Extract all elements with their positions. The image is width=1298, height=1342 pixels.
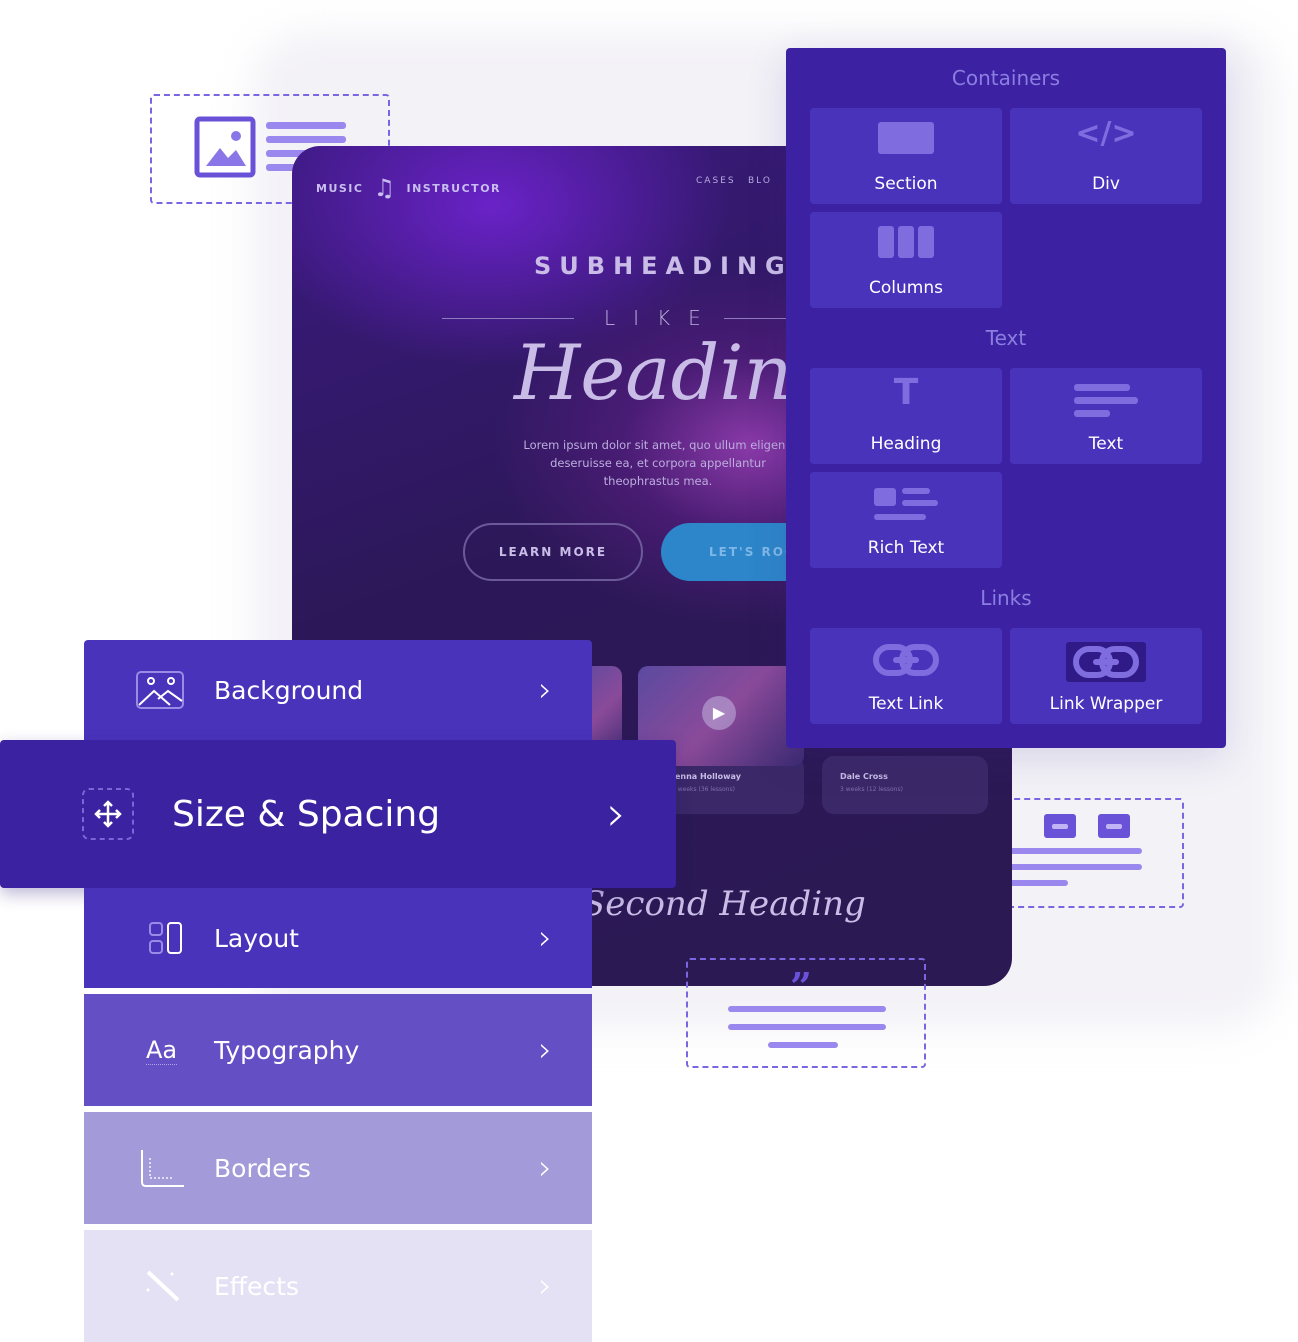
hero-like: LIKE bbox=[604, 306, 719, 330]
quote-icon: ” bbox=[728, 964, 886, 1048]
columns-icon bbox=[810, 226, 1002, 258]
second-heading: Second Heading bbox=[582, 884, 866, 924]
quote-placeholder: ” bbox=[686, 958, 926, 1068]
chevron-right-icon[interactable]: › bbox=[538, 1266, 552, 1306]
divider bbox=[724, 318, 794, 319]
chevron-right-icon[interactable]: › bbox=[538, 1148, 552, 1188]
style-row-typography[interactable]: Aa Typography › bbox=[84, 994, 592, 1106]
hero-body-line: theophrastus mea. bbox=[603, 474, 713, 488]
link-icon bbox=[810, 642, 1002, 678]
component-label: Rich Text bbox=[867, 538, 945, 558]
brand-right: INSTRUCTOR bbox=[406, 181, 502, 195]
section-title-text: Text bbox=[985, 326, 1027, 350]
lesson-name: Jenna Holloway bbox=[672, 772, 741, 781]
component-label: Div bbox=[1092, 174, 1120, 194]
hero-body: Lorem ipsum dolor sit amet, quo ullum el… bbox=[518, 436, 798, 490]
layout-icon bbox=[149, 922, 182, 954]
style-row-layout[interactable]: Layout › bbox=[84, 888, 592, 988]
component-label: Columns bbox=[869, 278, 943, 298]
typography-icon: Aa bbox=[146, 1035, 178, 1065]
music-note-icon: ♫ bbox=[373, 174, 397, 202]
component-label: Link Wrapper bbox=[1049, 694, 1163, 714]
row-label: Borders bbox=[214, 1153, 311, 1183]
component-text-link[interactable]: Text Link bbox=[810, 628, 1002, 724]
move-icon bbox=[82, 788, 134, 840]
add-components-panel: Containers Section </> Div Columns Text T… bbox=[786, 48, 1226, 748]
divider bbox=[442, 318, 574, 319]
brand-left: MUSIC bbox=[316, 181, 364, 195]
lesson-meta: 6 weeks (36 lessons) bbox=[672, 786, 735, 793]
play-icon[interactable]: ▶ bbox=[702, 696, 736, 730]
component-label: Section bbox=[874, 174, 938, 194]
component-label: Heading bbox=[870, 434, 942, 454]
link-wrapper-icon bbox=[1010, 642, 1202, 682]
component-section[interactable]: Section bbox=[810, 108, 1002, 204]
text-icon bbox=[1010, 382, 1202, 420]
component-link-wrapper[interactable]: Link Wrapper bbox=[1010, 628, 1202, 724]
site-brand[interactable]: MUSIC ♫ INSTRUCTOR bbox=[316, 174, 501, 202]
buttons-text-icon bbox=[1002, 814, 1142, 886]
code-icon: </> bbox=[1075, 116, 1137, 151]
hero-body-line: deseruisse ea, et corpora appellantur bbox=[550, 456, 766, 470]
learn-more-button[interactable]: LEARN MORE bbox=[463, 523, 643, 581]
component-text[interactable]: Text bbox=[1010, 368, 1202, 464]
lesson-card[interactable]: Dale Cross 3 weeks (12 lessons) bbox=[822, 756, 988, 814]
rich-text-icon bbox=[810, 486, 1002, 524]
image-icon bbox=[136, 671, 184, 709]
component-div[interactable]: </> Div bbox=[1010, 108, 1202, 204]
nav-link-cases[interactable]: CASES bbox=[696, 176, 736, 186]
row-label: Layout bbox=[214, 923, 299, 953]
chevron-right-icon[interactable]: › bbox=[607, 786, 626, 842]
hero-body-line: Lorem ipsum dolor sit amet, quo ullum el… bbox=[523, 438, 793, 452]
hero-subheading: SUBHEADING bbox=[534, 252, 793, 280]
component-heading[interactable]: T Heading bbox=[810, 368, 1002, 464]
lesson-meta: 3 weeks (12 lessons) bbox=[840, 786, 903, 793]
component-label: Text Link bbox=[868, 694, 944, 714]
style-row-borders[interactable]: Borders › bbox=[84, 1112, 592, 1224]
row-label: Background bbox=[214, 675, 364, 705]
style-row-size-spacing[interactable]: Size & Spacing › bbox=[0, 740, 676, 888]
style-row-effects[interactable]: Effects › bbox=[84, 1230, 592, 1342]
chevron-right-icon[interactable]: › bbox=[538, 670, 552, 710]
svg-text:”: ” bbox=[790, 964, 812, 1009]
section-icon bbox=[810, 122, 1002, 154]
row-label: Typography bbox=[214, 1035, 360, 1065]
heading-icon: T bbox=[893, 372, 919, 413]
section-title-containers: Containers bbox=[951, 66, 1061, 90]
chevron-right-icon[interactable]: › bbox=[538, 1030, 552, 1070]
chevron-right-icon[interactable]: › bbox=[538, 918, 552, 958]
lesson-name: Dale Cross bbox=[840, 772, 888, 781]
row-label: Size & Spacing bbox=[172, 793, 441, 835]
style-row-background[interactable]: Background › bbox=[84, 640, 592, 740]
row-label: Effects bbox=[214, 1271, 299, 1301]
component-rich-text[interactable]: Rich Text bbox=[810, 472, 1002, 568]
nav-link-blog[interactable]: BLO bbox=[748, 176, 772, 186]
effects-icon bbox=[146, 1270, 180, 1302]
component-columns[interactable]: Columns bbox=[810, 212, 1002, 308]
buttons-placeholder bbox=[990, 798, 1184, 908]
borders-icon bbox=[141, 1150, 184, 1187]
section-title-links: Links bbox=[980, 586, 1032, 610]
component-label: Text bbox=[1088, 434, 1124, 454]
